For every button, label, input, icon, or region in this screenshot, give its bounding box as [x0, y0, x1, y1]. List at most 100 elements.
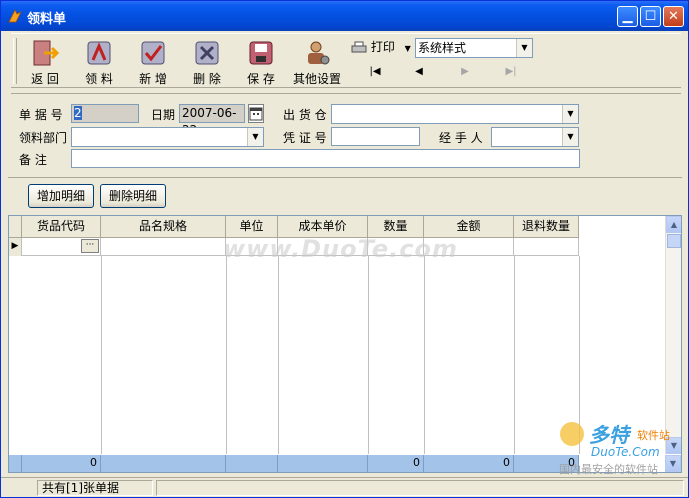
title-bar[interactable]: 领料单 ▁ ☐ ✕	[1, 1, 688, 31]
col-header-spec[interactable]: 品名规格	[101, 216, 226, 238]
row-indicator-header	[9, 216, 22, 238]
footer-spec	[101, 455, 226, 472]
grid-col-line	[226, 256, 227, 454]
grid-col-line	[101, 256, 102, 454]
grid-col-line	[514, 256, 515, 454]
save-disk-icon	[249, 41, 273, 65]
warehouse-label: 出 货 仓	[283, 108, 327, 122]
status-panel-2	[156, 480, 684, 496]
logo-text-1: 多特	[589, 423, 629, 447]
next-record-button[interactable]: ▶	[455, 66, 475, 80]
scroll-up-button[interactable]: ▲	[666, 216, 681, 233]
add-check-icon	[141, 41, 165, 65]
save-label: 保 存	[247, 72, 275, 86]
prev-record-button[interactable]: ◀	[409, 66, 429, 80]
dept-select[interactable]: ▼	[71, 127, 264, 147]
chevron-down-icon[interactable]: ▼	[516, 39, 532, 57]
date-label: 日期	[151, 108, 176, 122]
grid-col-line	[278, 256, 279, 454]
last-record-button[interactable]: ▶|	[501, 66, 521, 80]
duote-logo-icon	[560, 422, 584, 446]
minimize-button[interactable]: ▁	[617, 6, 638, 27]
exit-door-icon	[33, 40, 60, 66]
doc-no-label: 单 据 号	[19, 108, 63, 122]
calendar-icon	[249, 107, 263, 121]
footer-qty-total: 0	[368, 455, 424, 472]
new-label: 新 增	[139, 72, 167, 86]
chevron-down-icon[interactable]: ▼	[247, 128, 263, 146]
remark-field[interactable]	[71, 149, 580, 168]
dept-label: 领料部门	[19, 131, 68, 145]
maximize-button[interactable]: ☐	[640, 6, 661, 27]
footer-cost	[278, 455, 368, 472]
doc-no-field[interactable]: 2	[71, 104, 139, 123]
handler-select[interactable]: ▼	[491, 127, 579, 147]
next-icon: ▶	[461, 66, 469, 77]
other-settings-label: 其他设置	[293, 72, 342, 86]
printer-icon	[351, 41, 367, 52]
delete-label: 删 除	[193, 72, 221, 86]
receive-icon	[87, 41, 111, 65]
delete-x-icon	[195, 41, 219, 65]
other-settings-button[interactable]: 其他设置	[293, 38, 341, 86]
close-icon: ✕	[668, 9, 679, 24]
print-style-value: 系统样式	[418, 41, 467, 55]
cell-code[interactable]: ···	[22, 238, 101, 256]
cell-spec[interactable]	[101, 238, 226, 256]
delete-button[interactable]: 删 除	[183, 38, 231, 86]
add-detail-button[interactable]: 增加明细	[28, 184, 94, 208]
back-button[interactable]: 返 回	[21, 38, 69, 86]
date-field[interactable]: 2007-06-22	[179, 104, 245, 137]
toolbar: 返 回 领 料 新 增 删 除 保 存 其他设置 打印 ▼ 系统样式 ▼ |◀ …	[11, 33, 681, 88]
handler-label: 经 手 人	[439, 131, 483, 145]
first-record-button[interactable]: |◀	[365, 66, 385, 80]
grid-col-line	[424, 256, 425, 454]
close-button[interactable]: ✕	[663, 6, 684, 27]
col-header-return-qty[interactable]: 退料数量	[514, 216, 579, 238]
calendar-button[interactable]	[248, 104, 264, 123]
grid-col-line	[368, 256, 369, 454]
warehouse-select[interactable]: ▼	[331, 104, 579, 124]
minimize-icon: ▁	[622, 9, 633, 24]
action-bar: 增加明细 删除明细	[8, 177, 682, 212]
delete-detail-button[interactable]: 删除明细	[100, 184, 166, 208]
settings-user-icon	[308, 41, 330, 65]
header-form: 单 据 号 2 日期 2007-06-22 出 货 仓 ▼ 领料部门 ▼ 凭 证…	[11, 93, 681, 169]
last-icon: ▶|	[505, 66, 517, 77]
print-style-select[interactable]: 系统样式 ▼	[415, 38, 533, 58]
print-label: 打印	[370, 40, 395, 54]
voucher-label: 凭 证 号	[283, 131, 327, 145]
save-button[interactable]: 保 存	[237, 38, 285, 86]
back-label: 返 回	[31, 72, 59, 86]
print-button[interactable]: 打印 ▼	[351, 38, 411, 58]
doc-no-value: 2	[74, 106, 82, 120]
app-window: 领料单 ▁ ☐ ✕ 返 回 领 料 新 增 删 除 保 存 其他设置 打印 ▼ …	[0, 0, 689, 498]
chevron-down-icon[interactable]: ▼	[562, 105, 578, 123]
watermark-text: www.DuoTe.com	[223, 235, 458, 263]
maximize-icon: ☐	[644, 9, 657, 24]
print-dropdown-icon[interactable]: ▼	[405, 44, 411, 53]
logo-text-2: 软件站	[637, 429, 670, 442]
footer-unit	[226, 455, 278, 472]
prev-icon: ◀	[415, 66, 423, 77]
chevron-up-icon: ▲	[670, 220, 678, 229]
logo-tagline: 国内最安全的软件站	[559, 463, 658, 476]
remark-label: 备 注	[19, 153, 47, 167]
record-count-status: 共有[1]张单据	[37, 480, 153, 496]
new-button[interactable]: 新 增	[129, 38, 177, 86]
code-lookup-button[interactable]: ···	[81, 239, 99, 253]
footer-code-total: 0	[22, 455, 101, 472]
chevron-down-icon[interactable]: ▼	[562, 128, 578, 146]
scroll-thumb[interactable]	[667, 234, 681, 248]
cell-return-qty[interactable]	[514, 238, 579, 256]
grid-footer: 0 0 0 0	[9, 455, 579, 472]
col-header-code[interactable]: 货品代码	[22, 216, 101, 238]
app-icon	[8, 9, 22, 23]
voucher-field[interactable]	[331, 127, 420, 146]
status-bar: 共有[1]张单据	[1, 477, 688, 497]
receive-button[interactable]: 领 料	[75, 38, 123, 86]
watermark-logo: 多特 软件站 DuoTe.Com 国内最安全的软件站	[557, 419, 685, 477]
row-pointer-icon: ▶	[9, 238, 22, 256]
receive-label: 领 料	[85, 72, 113, 86]
toolbar-grip[interactable]	[13, 38, 17, 84]
